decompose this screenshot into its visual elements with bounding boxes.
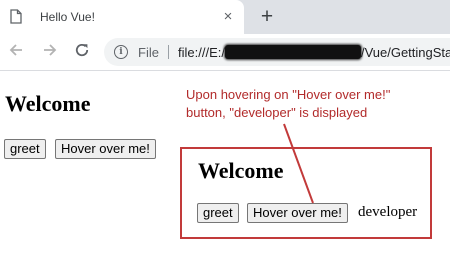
tab-strip: Hello Vue! × + — [0, 0, 450, 34]
omnibox-divider — [168, 45, 169, 59]
annotation-line-2: button, "developer" is displayed — [186, 105, 368, 120]
annotation-box: Welcome greet Hover over me! developer — [180, 147, 432, 239]
document-icon — [10, 9, 22, 29]
tab-title: Hello Vue! — [40, 10, 95, 24]
developer-text: developer — [358, 204, 418, 220]
url-text: file:///E:/ /Vue/GettingSta — [178, 45, 450, 60]
annotation-text: Upon hovering on "Hover over me!" button… — [186, 86, 436, 122]
arrow-right-icon[interactable] — [40, 42, 60, 62]
new-tab-icon[interactable]: + — [257, 6, 277, 28]
browser-toolbar: i File file:///E:/ /Vue/GettingSta — [0, 34, 450, 71]
url-suffix: /Vue/GettingSta — [360, 45, 450, 60]
info-icon[interactable]: i — [114, 45, 128, 59]
arrow-left-icon[interactable] — [6, 42, 26, 62]
address-bar[interactable]: i File file:///E:/ /Vue/GettingSta — [104, 38, 450, 66]
page-title: Welcome — [5, 91, 91, 116]
reload-icon[interactable] — [72, 42, 92, 62]
inset-hover-button[interactable]: Hover over me! — [247, 203, 348, 223]
close-icon[interactable]: × — [220, 9, 236, 25]
url-prefix: file:///E:/ — [178, 45, 225, 60]
inset-greet-button[interactable]: greet — [197, 203, 239, 223]
inset-page-title: Welcome — [198, 158, 284, 183]
tab-hello-vue[interactable]: Hello Vue! × — [0, 0, 244, 34]
greet-button[interactable]: greet — [4, 139, 46, 159]
annotation-line-1: Upon hovering on "Hover over me!" — [186, 87, 391, 102]
hover-over-me-button[interactable]: Hover over me! — [55, 139, 156, 159]
scheme-label: File — [138, 45, 159, 60]
redacted-path — [224, 45, 361, 59]
